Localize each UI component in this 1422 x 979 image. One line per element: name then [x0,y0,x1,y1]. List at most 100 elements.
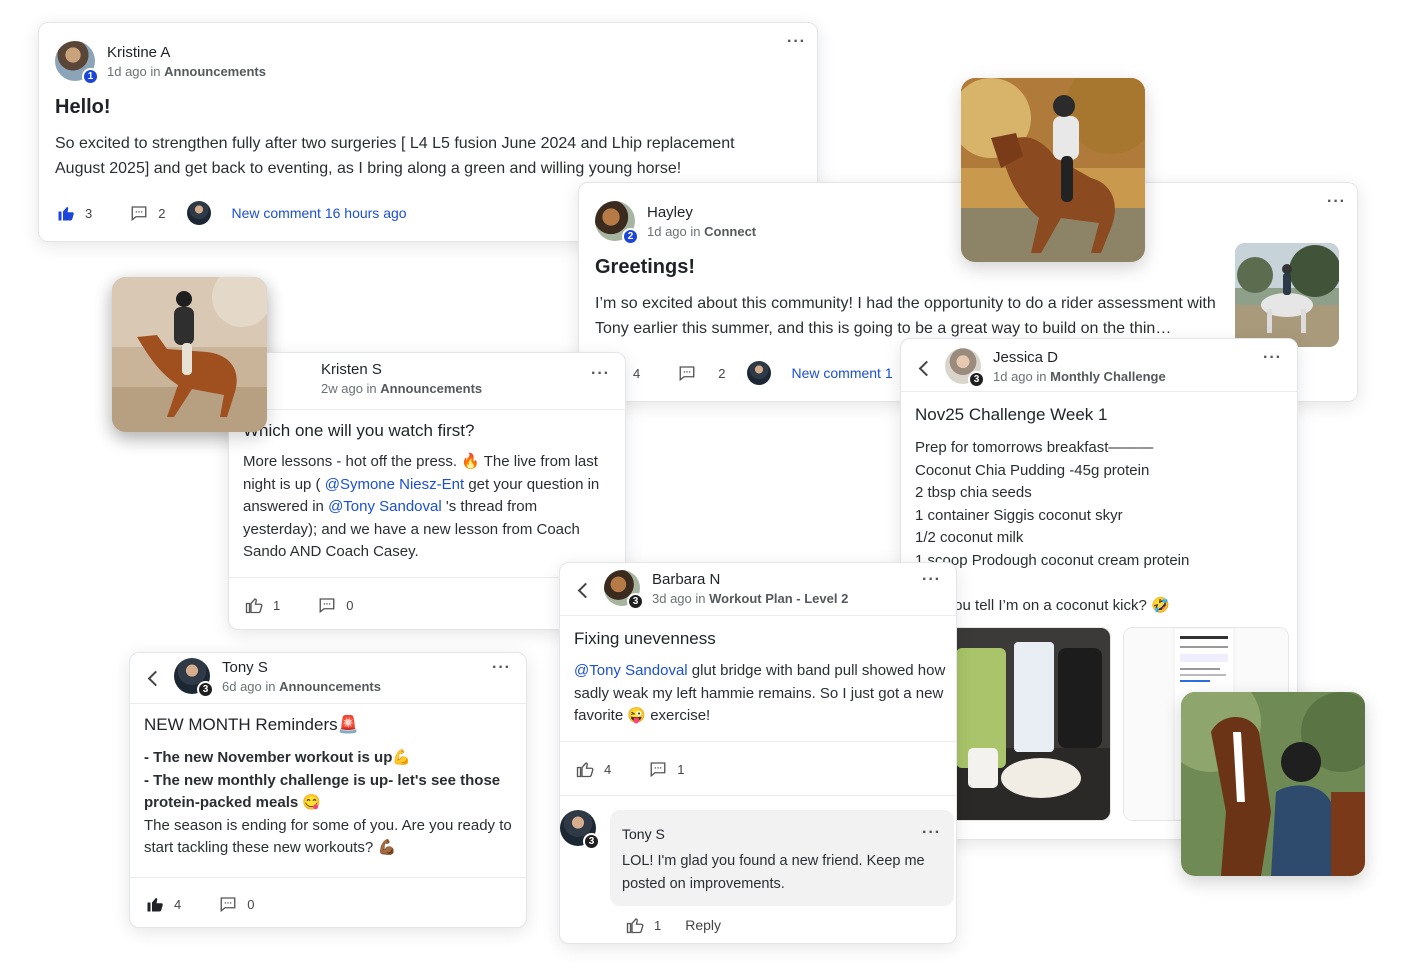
new-comment-link[interactable]: New comment 16 hours ago [231,205,406,221]
post-time: 3d ago in [652,590,706,606]
rider-with-horse-photo [1181,692,1365,876]
comment-icon[interactable] [130,204,148,222]
post-body: @Tony Sandoval glut bridge with band pul… [574,660,946,728]
post-header: 3 Tony S 6d ago in Announcements [174,658,381,698]
more-options-icon[interactable]: ··· [1327,193,1346,211]
comment-count: 1 [677,761,685,777]
divider [560,795,956,796]
post-line: Can you tell I’m on a coconut kick? 🤣 [915,596,1170,614]
reply-bubble: Tony S ··· LOL! I'm glad you found a new… [610,810,954,906]
space-link[interactable]: Connect [704,224,756,239]
chevron-left-icon[interactable] [577,582,594,599]
post-line: 1/2 coconut milk [915,529,1024,546]
like-count: 4 [604,761,612,777]
divider [130,877,526,878]
space-link[interactable]: Announcements [279,679,381,694]
post-header: 1 Kristine A 1d ago in Announcements [55,41,266,85]
thumbs-up-icon[interactable] [626,916,644,934]
more-options-icon[interactable]: ··· [591,365,610,383]
post-title[interactable]: NEW MONTH Reminders🚨 [144,715,359,735]
like-count: 4 [174,896,182,912]
like-count: 4 [633,365,641,381]
level-badge: 3 [197,681,214,698]
divider [560,741,956,742]
post-body: - The new November workout is up💪 - The … [144,747,516,860]
post-time: 1d ago in [993,368,1047,384]
chia-pudding-photo [946,628,1110,820]
mention-link[interactable]: @Tony Sandoval [574,662,688,679]
chevron-left-icon[interactable] [147,670,164,687]
mention-link[interactable]: @Symone Niesz-Ent [325,476,464,493]
space-link[interactable]: Announcements [164,64,266,79]
level-badge: 2 [622,228,639,245]
space-link[interactable]: Workout Plan - Level 2 [709,591,848,606]
more-options-icon[interactable]: ··· [1263,349,1282,367]
divider [130,703,526,704]
level-badge: 3 [627,593,644,610]
more-options-icon[interactable]: ··· [922,824,941,842]
post-card-tony[interactable]: 3 Tony S 6d ago in Announcements ··· NEW… [129,652,527,928]
post-time: 1d ago in [107,63,161,79]
post-line: The season is ending for some of you. Ar… [144,816,512,857]
reply-author[interactable]: Tony S [622,826,665,842]
commenter-avatar [747,361,772,385]
thumbs-up-icon[interactable] [146,895,164,913]
post-card-barbara[interactable]: 3 Barbara N 3d ago in Workout Plan - Lev… [559,562,957,944]
post-line: - The new November workout is up💪 [144,749,412,766]
post-title[interactable]: Fixing unevenness [574,629,716,649]
rider-galloping-photo-overlay [112,277,267,432]
more-options-icon[interactable]: ··· [787,33,806,51]
comment-icon[interactable] [318,596,336,614]
reply-button[interactable]: Reply [685,917,721,933]
more-options-icon[interactable]: ··· [922,571,941,589]
post-line: 1 container Siggis coconut skyr [915,506,1123,524]
avatar[interactable]: 1 [55,41,99,85]
post-line: 1 scoop Prodough coconut cream protein [915,551,1190,569]
space-link[interactable]: Monthly Challenge [1050,369,1166,384]
post-title[interactable]: Which one will you watch first? [243,421,474,441]
chevron-left-icon[interactable] [918,360,935,377]
reply-avatar[interactable]: 3 [560,810,600,850]
thumbs-up-icon[interactable] [245,596,263,614]
post-time: 6d ago in [222,678,276,694]
author-name[interactable]: Hayley [647,204,756,221]
divider [901,391,1297,392]
post-title[interactable]: Hello! [55,96,111,119]
post-image-thumbnail[interactable] [945,627,1111,821]
more-options-icon[interactable]: ··· [492,659,511,677]
comment-icon[interactable] [649,760,667,778]
avatar[interactable]: 3 [945,348,985,388]
avatar[interactable]: 3 [174,658,214,698]
post-title[interactable]: Greetings! [595,256,695,279]
post-image-thumbnail[interactable] [1235,243,1339,347]
comment-icon[interactable] [678,364,696,382]
comment-count: 0 [346,597,354,613]
new-comment-link[interactable]: New comment 1 [791,365,892,381]
author-name[interactable]: Kristen S [321,361,482,378]
post-line: - The new monthly challenge is up- let's… [144,771,501,812]
level-badge: 3 [968,371,985,388]
thumbs-up-icon[interactable] [57,204,75,222]
comment-icon[interactable] [219,895,237,913]
post-time: 1d ago in [647,223,701,239]
author-name[interactable]: Tony S [222,659,381,676]
thumbs-up-icon[interactable] [576,760,594,778]
reply-body: LOL! I'm glad you found a new friend. Ke… [622,853,925,892]
comment-count: 2 [158,205,166,221]
author-name[interactable]: Barbara N [652,571,848,588]
post-body: Prep for tomorrows breakfast——— Coconut … [915,437,1285,617]
horse-rider-photo [1235,243,1339,347]
author-name[interactable]: Kristine A [107,44,266,61]
author-name[interactable]: Jessica D [993,349,1166,366]
avatar[interactable]: 3 [604,570,644,610]
divider [229,409,625,410]
mention-link[interactable]: @Tony Sandoval [328,498,442,515]
post-header: 3 Jessica D 1d ago in Monthly Challenge [945,348,1166,388]
like-count: 1 [654,917,662,933]
post-meta: 1d ago in Announcements [107,64,266,79]
space-link[interactable]: Announcements [380,381,482,396]
avatar[interactable]: 2 [595,201,639,245]
level-badge: 3 [583,833,600,850]
post-line: Coconut Chia Pudding -45g protein [915,461,1150,479]
post-title[interactable]: Nov25 Challenge Week 1 [915,405,1107,425]
